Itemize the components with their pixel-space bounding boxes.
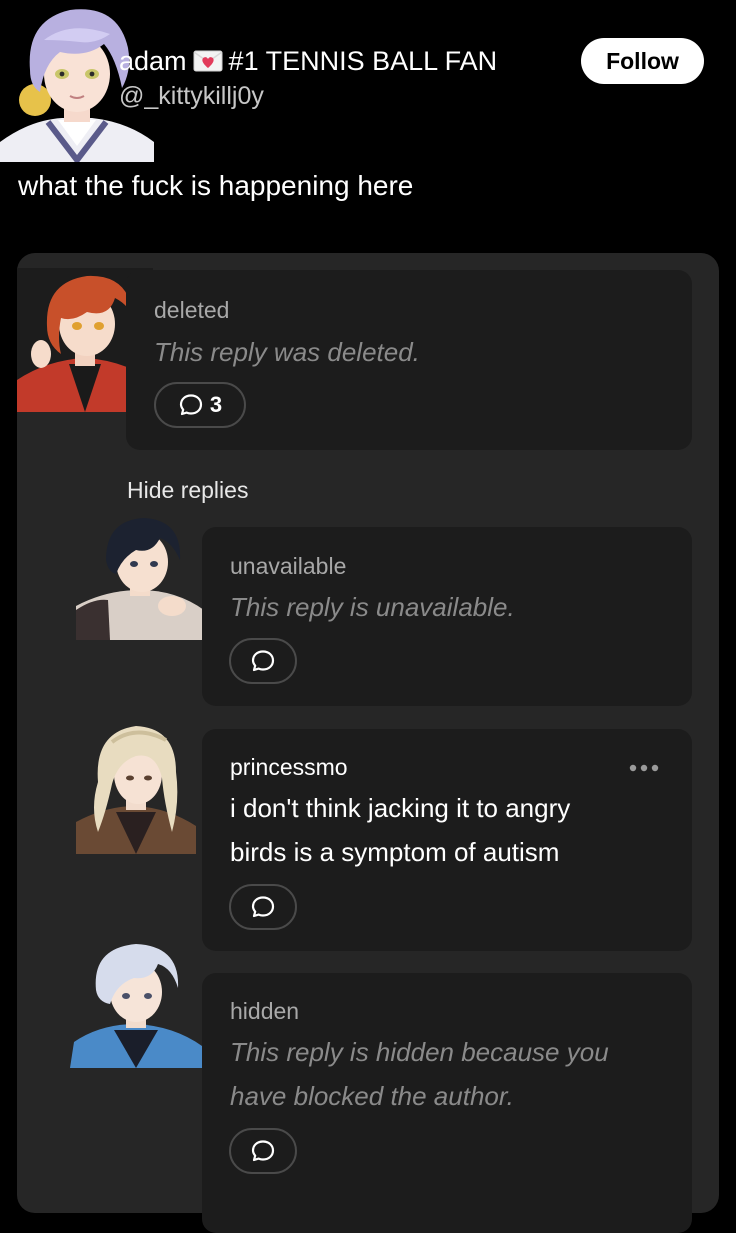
reply-avatar-princessmo[interactable] (76, 722, 196, 854)
author-handle[interactable]: @_kittykillj0y (119, 80, 264, 112)
reply-card-princessmo: princessmo i don't think jacking it to a… (202, 729, 692, 951)
reply-message: This reply is unavailable. (230, 592, 515, 622)
reply-username[interactable]: unavailable (230, 552, 346, 580)
reply-button[interactable] (229, 638, 297, 684)
reply-avatar-unavailable[interactable] (76, 514, 204, 640)
comment-icon (250, 1138, 276, 1164)
hide-replies-link[interactable]: Hide replies (127, 476, 248, 504)
more-dots-icon[interactable] (627, 760, 661, 776)
reply-card-deleted: deleted This reply was deleted. 3 (126, 270, 692, 450)
reply-message: This reply was deleted. (154, 337, 420, 367)
reply-card-hidden: hidden This reply is hidden because you … (202, 973, 692, 1233)
follow-button[interactable]: Follow (581, 38, 704, 84)
reply-count: 3 (209, 392, 223, 417)
reply-message-line-1: This reply is hidden because you (230, 1037, 609, 1067)
heart-envelope-icon (193, 46, 223, 72)
comment-icon (250, 648, 276, 674)
author-name[interactable]: adam #1 TENNIS BALL FAN (119, 44, 497, 78)
reply-username[interactable]: princessmo (230, 753, 348, 781)
reply-message-line-2: birds is a symptom of autism (230, 837, 560, 867)
reply-card-unavailable: unavailable This reply is unavailable. (202, 527, 692, 706)
comment-icon (178, 392, 204, 418)
reply-username[interactable]: hidden (230, 997, 299, 1025)
author-tagline: #1 TENNIS BALL FAN (228, 46, 498, 76)
reply-avatar-hidden[interactable] (70, 938, 202, 1068)
reply-message-line-1: i don't think jacking it to angry (230, 793, 571, 823)
author-display-name: adam (119, 46, 187, 76)
comment-icon (250, 894, 276, 920)
post-header: adam #1 TENNIS BALL FAN @_kittykillj0y Fo… (0, 0, 736, 170)
reply-button[interactable] (229, 884, 297, 930)
reply-message-line-2: have blocked the author. (230, 1081, 514, 1111)
post-body-text: what the fuck is happening here (18, 170, 414, 201)
reply-username[interactable]: deleted (154, 296, 229, 324)
reply-button[interactable] (229, 1128, 297, 1174)
reply-count-button[interactable]: 3 (154, 382, 246, 428)
